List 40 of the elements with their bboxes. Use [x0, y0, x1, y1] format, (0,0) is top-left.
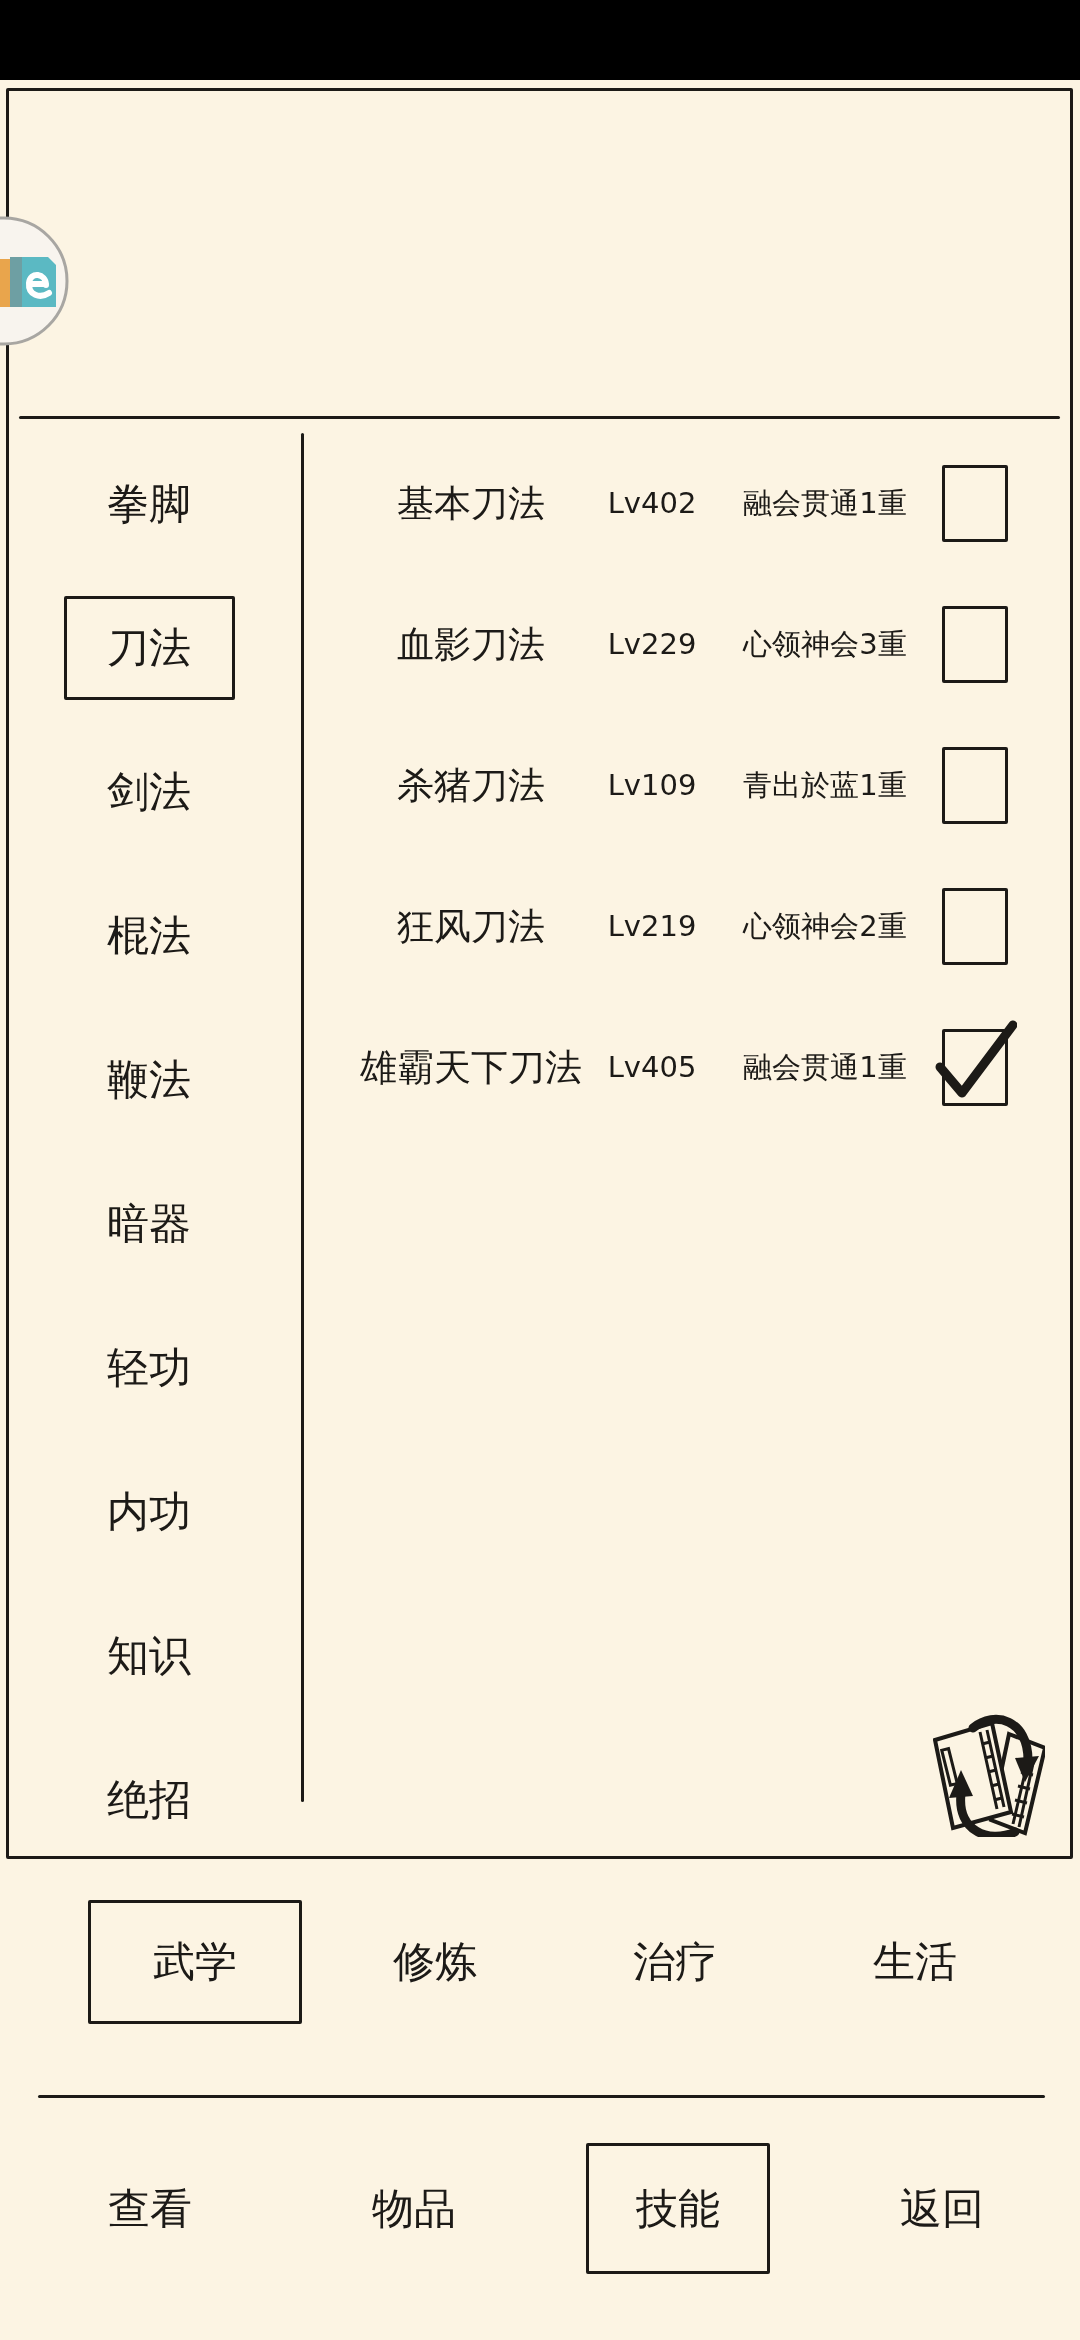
category-tab[interactable]: 治疗: [568, 1900, 782, 2024]
skill-name: 狂风刀法: [397, 908, 545, 945]
skill-name: 杀猪刀法: [397, 767, 545, 804]
category-tab[interactable]: 武学: [88, 1900, 302, 2024]
skill-type-tab[interactable]: 拳脚: [63, 452, 235, 556]
skill-type-tab[interactable]: 棍法: [63, 884, 235, 988]
skill-type-tab[interactable]: 内功: [63, 1460, 235, 1564]
skill-level-text: Lv109: [607, 771, 697, 800]
checkbox[interactable]: [942, 1029, 1008, 1106]
skill-realm-text: 融会贯通1重: [743, 489, 907, 518]
checkbox[interactable]: [942, 747, 1008, 824]
skill-level-text: Lv405: [607, 1053, 697, 1082]
skill-realm-text: 心领神会2重: [743, 912, 907, 941]
skill-realm-text: 心领神会3重: [743, 630, 907, 659]
skill-type-tab[interactable]: 绝招: [63, 1748, 235, 1852]
nav-tab[interactable]: 技能: [586, 2143, 770, 2274]
nav-tab[interactable]: 查看: [58, 2143, 242, 2274]
skill-level-text: Lv229: [607, 630, 697, 659]
skill-type-tab[interactable]: 轻功: [63, 1316, 235, 1420]
skill-realm-text: 青出於蓝1重: [743, 771, 907, 800]
skill-type-tab[interactable]: 刀法: [63, 596, 235, 700]
category-tab[interactable]: 修炼: [328, 1900, 542, 2024]
skill-name: 雄霸天下刀法: [360, 1049, 582, 1086]
skill-type-tab[interactable]: 鞭法: [63, 1028, 235, 1132]
checkbox[interactable]: [942, 465, 1008, 542]
checkbox[interactable]: [942, 888, 1008, 965]
skill-type-tab[interactable]: 剑法: [63, 740, 235, 844]
skill-type-tab[interactable]: 知识: [63, 1604, 235, 1708]
skill-name: 基本刀法: [397, 485, 545, 522]
nav-tab[interactable]: 返回: [850, 2143, 1034, 2274]
checkbox[interactable]: [942, 606, 1008, 683]
category-tab[interactable]: 生活: [808, 1900, 1022, 2024]
skill-level-text: Lv402: [607, 489, 697, 518]
nav-tab[interactable]: 物品: [322, 2143, 506, 2274]
swap-cards-icon[interactable]: [933, 1712, 1045, 1837]
floating-button-icon[interactable]: [0, 215, 70, 347]
skill-level-text: Lv219: [607, 912, 697, 941]
skill-realm-text: 融会贯通1重: [743, 1053, 907, 1082]
skill-type-tab[interactable]: 暗器: [63, 1172, 235, 1276]
skill-name: 血影刀法: [397, 626, 545, 663]
